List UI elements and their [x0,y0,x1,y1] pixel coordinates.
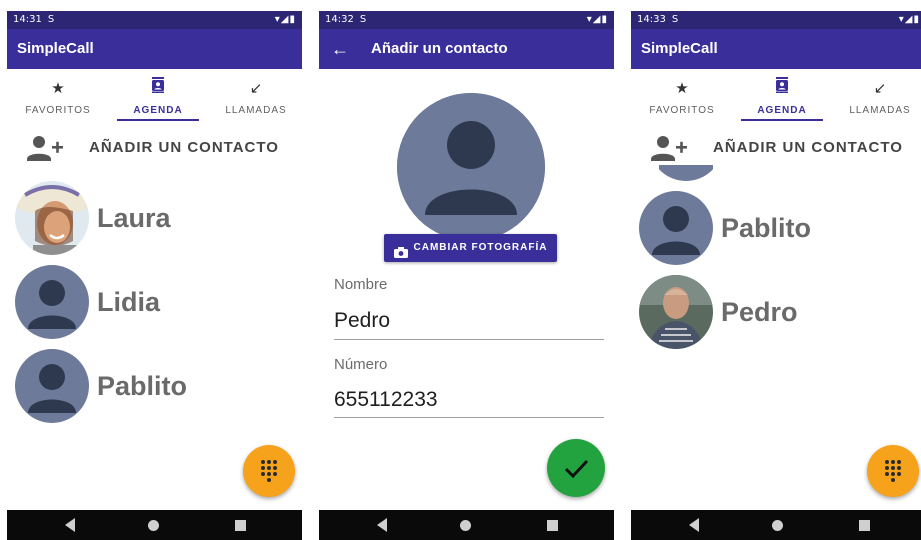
sync-icon: S [359,14,367,25]
screen-agenda-2: 14:33 S ▾◢▮ SimpleCall ★ FAVORITOS AGEND… [631,11,921,540]
back-icon[interactable] [65,518,75,532]
signal-battery-icon: ▾◢▮ [898,14,920,25]
system-nav-bar [319,510,614,540]
contact-photo[interactable] [397,93,545,241]
avatar-photo [15,181,89,255]
tab-label: AGENDA [757,105,807,116]
app-bar: SimpleCall [631,29,921,69]
save-contact-fab[interactable] [547,439,605,497]
recents-icon[interactable] [235,520,246,531]
tab-label: LLAMADAS [225,105,287,116]
number-label: Número [334,356,388,373]
page-title: Añadir un contacto [371,40,508,57]
contact-item[interactable]: Pablito [631,191,921,267]
camera-icon [393,242,408,258]
contact-item[interactable]: Pedro [631,275,921,351]
contact-item[interactable]: Pablito [7,349,302,425]
tab-agenda[interactable]: AGENDA [109,69,207,125]
avatar-placeholder [639,191,713,265]
contacts-icon [733,77,831,101]
name-field[interactable]: Pedro [334,309,604,333]
add-contact-label: AÑADIR UN CONTACTO [89,139,279,156]
sync-icon: S [47,14,55,25]
recents-icon[interactable] [859,520,870,531]
add-contact-label: AÑADIR UN CONTACTO [713,139,903,156]
back-icon[interactable] [377,518,387,532]
add-person-icon [27,135,63,161]
app-title: SimpleCall [17,40,94,57]
add-person-icon [651,135,687,161]
contact-name: Pablito [721,213,812,243]
contacts-icon [109,77,207,101]
avatar-photo [639,275,713,349]
add-contact-button[interactable]: AÑADIR UN CONTACTO [631,131,921,165]
tab-label: FAVORITOS [25,105,91,116]
call-received-icon: ↙ [249,80,263,97]
contact-item[interactable]: Laura [7,181,302,257]
add-contact-button[interactable]: AÑADIR UN CONTACTO [7,131,302,165]
tab-agenda[interactable]: AGENDA [733,69,831,125]
avatar-placeholder [15,349,89,423]
app-title: SimpleCall [641,40,718,57]
scrolled-avatar-edge [659,165,713,181]
call-received-icon: ↙ [873,80,887,97]
status-time: 14:31 [13,14,42,25]
status-time: 14:32 [325,14,354,25]
dialpad-fab[interactable] [243,445,295,497]
tab-llamadas[interactable]: ↙ LLAMADAS [831,69,921,125]
contact-name: Pedro [721,297,798,327]
tab-llamadas[interactable]: ↙ LLAMADAS [207,69,302,125]
tab-bar: ★ FAVORITOS AGENDA ↙ LLAMADAS [631,69,921,125]
change-photo-label: CAMBIAR FOTOGRAFÍA [413,242,548,253]
dialpad-fab[interactable] [867,445,919,497]
tab-label: FAVORITOS [649,105,715,116]
arrow-back-icon[interactable]: ← [331,29,349,69]
status-bar: 14:33 S ▾◢▮ [631,11,921,29]
signal-battery-icon: ▾◢▮ [274,14,296,25]
check-icon [564,459,589,479]
contact-item[interactable]: Lidia [7,265,302,341]
tab-favoritos[interactable]: ★ FAVORITOS [9,69,107,125]
tab-bar: ★ FAVORITOS AGENDA ↙ LLAMADAS [7,69,302,125]
system-nav-bar [7,510,302,540]
number-field-underline [334,417,604,418]
back-icon[interactable] [689,518,699,532]
star-icon: ★ [51,80,65,97]
tab-label: AGENDA [133,105,183,116]
app-bar: ← Añadir un contacto [319,29,614,69]
recents-icon[interactable] [547,520,558,531]
screen-add-contact: 14:32 S ▾◢▮ ← Añadir un contacto CAMBIAR… [319,11,614,540]
status-bar: 14:31 S ▾◢▮ [7,11,302,29]
avatar-placeholder [15,265,89,339]
status-bar: 14:32 S ▾◢▮ [319,11,614,29]
name-label: Nombre [334,276,388,293]
star-icon: ★ [675,80,689,97]
system-nav-bar [631,510,921,540]
tab-label: LLAMADAS [849,105,911,116]
app-bar: SimpleCall [7,29,302,69]
tab-indicator [741,119,823,121]
name-field-underline [334,339,604,340]
contact-name: Lidia [97,287,161,317]
home-icon[interactable] [148,520,159,531]
change-photo-button[interactable]: CAMBIAR FOTOGRAFÍA [384,234,557,262]
status-time: 14:33 [637,14,666,25]
contact-name: Pablito [97,371,188,401]
home-icon[interactable] [772,520,783,531]
home-icon[interactable] [460,520,471,531]
sync-icon: S [671,14,679,25]
contact-name: Laura [97,203,171,233]
dialpad-icon [261,460,277,482]
tab-indicator [117,119,199,121]
dialpad-icon [885,460,901,482]
screen-agenda-1: 14:31 S ▾◢▮ SimpleCall ★ FAVORITOS AGEND… [7,11,302,540]
number-field[interactable]: 655112233 [334,388,604,412]
person-placeholder-icon [397,93,545,241]
tab-favoritos[interactable]: ★ FAVORITOS [633,69,731,125]
signal-battery-icon: ▾◢▮ [586,14,608,25]
